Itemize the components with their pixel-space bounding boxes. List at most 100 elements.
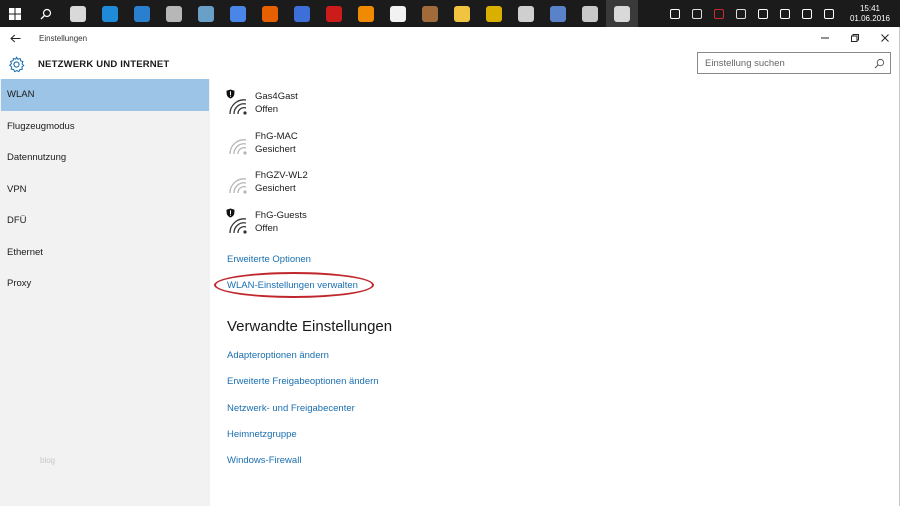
minimize-button[interactable]: [810, 27, 840, 49]
restore-icon: [851, 34, 859, 42]
search-icon: [40, 8, 52, 19]
taskbar-app-button[interactable]: [126, 0, 158, 27]
adapter-options-link[interactable]: Adapteroptionen ändern: [227, 350, 329, 361]
network-item[interactable]: Gas4Gast Offen: [226, 89, 298, 122]
taskbar-app-button[interactable]: [606, 0, 638, 27]
network-tray-icon[interactable]: [689, 0, 705, 27]
wifi-signal-icon: [227, 135, 249, 157]
taskbar-apps: [62, 0, 638, 27]
sidebar-item-flugzeugmodus[interactable]: Flugzeugmodus: [0, 111, 210, 143]
network-item[interactable]: FhGZV-WL2 Gesichert: [227, 169, 308, 201]
settings-header: NETZWERK UND INTERNET: [0, 49, 900, 79]
taskbar-app-button[interactable]: [414, 0, 446, 27]
sidebar-item-ethernet[interactable]: Ethernet: [0, 237, 210, 269]
tray-app-icon[interactable]: [733, 0, 749, 27]
library-icon: [422, 5, 438, 22]
file-explorer-icon: [70, 5, 86, 22]
folder-icon: [454, 5, 470, 22]
clock[interactable]: 15:41 01.06.2016: [844, 4, 896, 24]
taskbar-app-button[interactable]: [254, 0, 286, 27]
system-tray: 15:41 01.06.2016: [664, 0, 900, 27]
manage-wlan-settings-link[interactable]: WLAN-Einstellungen verwalten: [227, 280, 358, 291]
sidebar-item-dfu[interactable]: DFÜ: [0, 205, 210, 237]
network-status: Offen: [255, 223, 279, 234]
sidebar-item-proxy[interactable]: Proxy: [0, 268, 210, 300]
settings-search-input[interactable]: [705, 57, 870, 69]
network-name: FhG-MAC: [255, 131, 298, 142]
taskbar-app-button[interactable]: [62, 0, 94, 27]
taskbar-app-button[interactable]: [94, 0, 126, 27]
taskbar-app-button[interactable]: [158, 0, 190, 27]
network-item[interactable]: FhG-Guests Offen: [226, 208, 307, 241]
back-button[interactable]: [0, 27, 30, 49]
advanced-options-link[interactable]: Erweiterte Optionen: [227, 254, 311, 265]
document-icon: [390, 5, 406, 22]
page-title: NETZWERK UND INTERNET: [38, 58, 170, 70]
tool-app-icon: [198, 5, 214, 22]
network-name: FhGZV-WL2: [255, 170, 308, 181]
taskbar-search-button[interactable]: [30, 0, 62, 27]
start-button[interactable]: [0, 0, 30, 27]
settings-icon: [614, 5, 630, 22]
network-status: Gesichert: [255, 183, 296, 194]
wifi-tray-icon[interactable]: [755, 0, 771, 27]
close-button[interactable]: [870, 27, 900, 49]
network-status: Gesichert: [255, 144, 296, 155]
sidebar-item-label: WLAN: [7, 89, 35, 101]
shield-warning-icon: [226, 89, 235, 99]
sidebar-item-wlan[interactable]: WLAN: [1, 79, 209, 111]
wifi-signal-icon: [226, 89, 249, 117]
pdf-tray-icon[interactable]: [711, 0, 727, 27]
network-item[interactable]: FhG-MAC Gesichert: [227, 130, 298, 162]
taskbar-app-button[interactable]: [446, 0, 478, 27]
clock-time: 15:41: [859, 3, 881, 13]
shield-app-icon: [550, 5, 566, 22]
chrome-icon: [230, 5, 246, 22]
taskbar-app-button[interactable]: [222, 0, 254, 27]
taskbar-app-button[interactable]: [382, 0, 414, 27]
taskbar-app-button[interactable]: [190, 0, 222, 27]
taskbar: 15:41 01.06.2016: [0, 0, 900, 27]
window-controls: [810, 27, 900, 49]
taskbar-app-button[interactable]: [318, 0, 350, 27]
sidebar-item-vpn[interactable]: VPN: [0, 174, 210, 206]
settings-search-box[interactable]: [697, 52, 891, 74]
windows-logo-icon: [9, 7, 21, 20]
window-titlebar: Einstellungen: [0, 27, 900, 49]
nero-icon: [486, 5, 502, 22]
taskbar-app-button[interactable]: [510, 0, 542, 27]
virtualbox-icon: [166, 5, 182, 22]
steam-icon: [582, 5, 598, 22]
vlc-icon: [358, 5, 374, 22]
teamviewer-icon: [102, 5, 118, 22]
sidebar-item-label: DFÜ: [7, 215, 27, 227]
windows-firewall-link[interactable]: Windows-Firewall: [227, 455, 301, 466]
network-status: Offen: [255, 104, 279, 115]
restore-button[interactable]: [840, 27, 870, 49]
sidebar-item-label: Datennutzung: [7, 152, 67, 164]
taskbar-app-button[interactable]: [350, 0, 382, 27]
minimize-icon: [821, 37, 829, 39]
taskbar-app-button[interactable]: [574, 0, 606, 27]
clock-date: 01.06.2016: [849, 13, 891, 23]
monitor-app-icon: [134, 5, 150, 22]
network-sharing-center-link[interactable]: Netzwerk- und Freigabecenter: [227, 403, 355, 414]
taskbar-app-button[interactable]: [478, 0, 510, 27]
blank-app-icon: [518, 5, 534, 22]
gear-icon: [7, 55, 25, 73]
keyboard-icon[interactable]: [821, 0, 837, 27]
sidebar-item-datennutzung[interactable]: Datennutzung: [0, 142, 210, 174]
sidebar-item-label: Proxy: [7, 278, 32, 290]
taskbar-app-button[interactable]: [542, 0, 574, 27]
opera-icon: [326, 5, 342, 22]
back-arrow-icon: [9, 34, 20, 42]
sidebar-item-label: Flugzeugmodus: [7, 120, 75, 132]
chevron-up-icon[interactable]: [667, 0, 683, 27]
sidebar: WLAN Flugzeugmodus Datennutzung VPN DFÜ …: [0, 79, 210, 506]
taskbar-app-button[interactable]: [286, 0, 318, 27]
firefox-icon: [262, 5, 278, 22]
sharing-options-link[interactable]: Erweiterte Freigabeoptionen ändern: [227, 376, 379, 387]
homegroup-link[interactable]: Heimnetzgruppe: [227, 429, 297, 440]
action-center-icon[interactable]: [799, 0, 815, 27]
volume-icon[interactable]: [777, 0, 793, 27]
